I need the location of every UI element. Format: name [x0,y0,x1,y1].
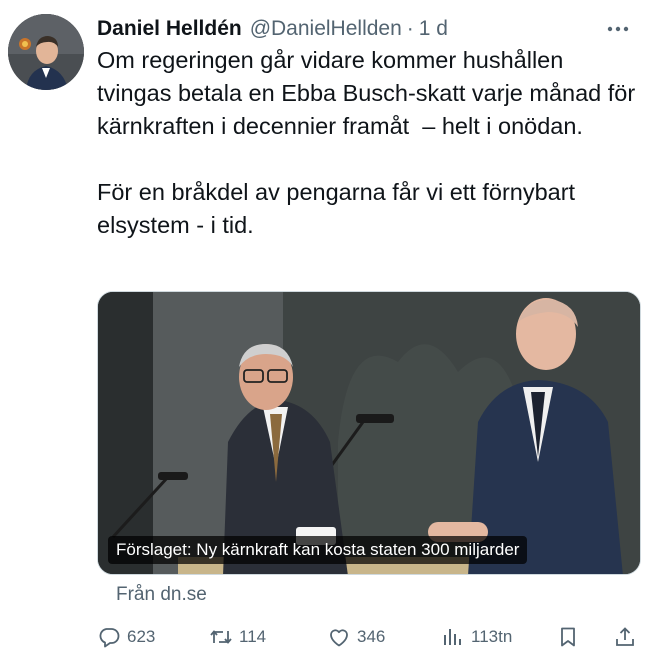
more-icon[interactable] [605,16,631,42]
author-avatar[interactable] [8,14,84,90]
reply-button[interactable]: 623 [97,620,155,654]
retweet-icon [210,630,232,644]
tweet-timestamp[interactable]: 1 d [419,17,448,41]
tweet-header: Daniel Helldén @DanielHellden · 1 d [97,14,631,44]
separator-dot: · [406,17,414,40]
retweet-count: 114 [239,627,267,646]
share-icon [616,627,634,646]
views-icon [444,629,461,645]
author-handle[interactable]: @DanielHellden [250,17,402,41]
card-source[interactable]: Från dn.se [116,584,207,606]
reply-count: 623 [127,627,156,646]
bookmark-icon [561,627,575,647]
card-caption: Förslaget: Ny kärnkraft kan kosta staten… [108,536,528,564]
avatar-photo [8,14,84,90]
reply-icon [99,628,120,648]
views-button[interactable]: 113tn [441,620,512,654]
link-card[interactable]: Förslaget: Ny kärnkraft kan kosta staten… [97,291,641,575]
bookmark-button[interactable] [556,620,586,654]
like-icon [330,629,348,647]
views-count: 113tn [471,627,513,646]
tweet-actions: 623 114 346 113tn [97,620,641,654]
like-button[interactable]: 346 [327,620,385,654]
like-count: 346 [357,627,386,646]
article-image [98,292,640,574]
retweet-button[interactable]: 114 [209,620,266,654]
tweet-text: Om regeringen går vidare kommer hushålle… [97,47,636,238]
share-button[interactable] [613,620,643,654]
author-name[interactable]: Daniel Helldén [97,17,242,41]
